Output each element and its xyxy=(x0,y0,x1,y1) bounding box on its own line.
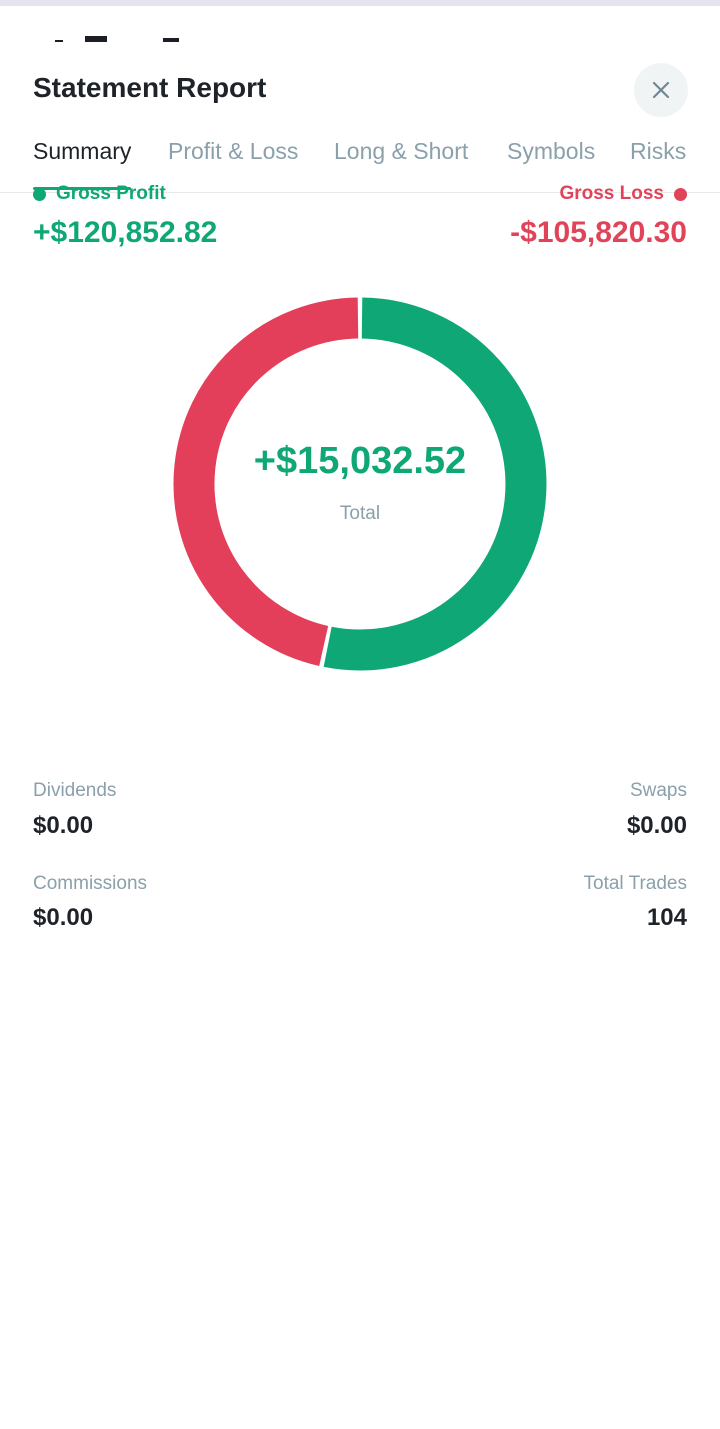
total-label: Total xyxy=(339,503,381,524)
commissions-label: Commissions xyxy=(33,873,148,894)
background-app-title-partial xyxy=(33,26,213,42)
dividends-value: $0.00 xyxy=(33,812,94,839)
total-trades-label: Total Trades xyxy=(583,873,688,894)
swaps-value: $0.00 xyxy=(626,812,687,839)
loss-dot-icon xyxy=(674,187,687,201)
tab-profit-loss[interactable]: Profit & Loss xyxy=(168,138,298,190)
obscured-text-glyphs xyxy=(55,36,179,42)
commissions-value: $0.00 xyxy=(33,904,94,931)
profit-loss-donut-chart xyxy=(173,297,547,671)
close-button[interactable] xyxy=(634,63,688,117)
gross-loss-legend: Gross Loss xyxy=(559,183,687,205)
close-icon xyxy=(652,81,670,99)
gross-profit-legend: Gross Profit xyxy=(33,183,166,205)
app-top-bar xyxy=(0,0,720,6)
gross-loss-value: -$105,820.30 xyxy=(510,216,687,249)
gross-profit-label: Gross Profit xyxy=(56,183,166,204)
dividends-label: Dividends xyxy=(33,780,117,801)
tab-long-short[interactable]: Long & Short xyxy=(334,138,468,190)
swaps-label: Swaps xyxy=(629,780,687,801)
profit-dot-icon xyxy=(33,187,46,201)
statement-report-sheet: Statement Report Summary Profit & Loss L… xyxy=(0,44,720,1429)
total-value: +$15,032.52 xyxy=(253,440,467,482)
sheet-title: Statement Report xyxy=(33,72,267,103)
total-trades-value: 104 xyxy=(646,904,687,931)
gross-profit-value: +$120,852.82 xyxy=(33,216,218,249)
donut-segment-profit xyxy=(323,297,547,671)
gross-loss-label: Gross Loss xyxy=(559,183,664,204)
